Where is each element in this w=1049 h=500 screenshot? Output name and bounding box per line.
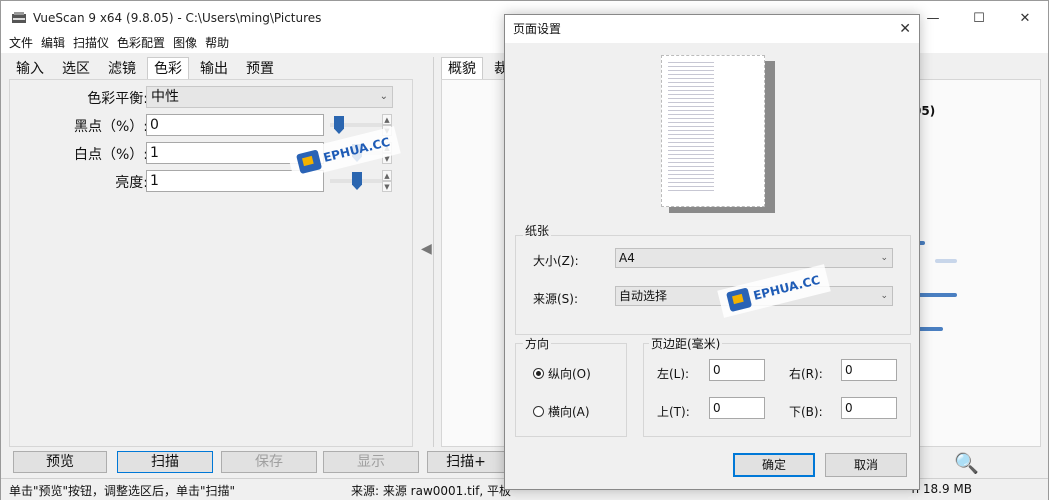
paper-size-value: A4 xyxy=(619,251,635,265)
margin-bottom-input[interactable]: 0 xyxy=(841,397,897,419)
histogram-bar xyxy=(917,327,943,331)
tab-prefs[interactable]: 预置 xyxy=(239,57,281,79)
color-settings-panel: 色彩平衡: 中性 ⌄ 黑点（%）: 0 ▲▼ 白点（%）: 1 ▲▼ 亮度: 1… xyxy=(9,79,413,447)
spin-up-icon[interactable]: ▲ xyxy=(382,170,392,181)
margin-right-label: 右(R): xyxy=(789,367,823,381)
tab-filter[interactable]: 滤镜 xyxy=(101,57,143,79)
color-balance-row: 色彩平衡: 中性 ⌄ xyxy=(10,86,410,108)
save-button[interactable]: 保存 xyxy=(221,451,317,473)
paper-source-value: 自动选择 xyxy=(619,289,668,303)
white-point-label: 白点（%）: xyxy=(73,147,148,163)
display-button[interactable]: 显示 xyxy=(323,451,419,473)
dialog-close-button[interactable]: ✕ xyxy=(899,15,911,43)
vuescan-app-icon xyxy=(12,12,26,23)
maximize-button[interactable]: ☐ xyxy=(956,1,1002,35)
margin-bottom-label: 下(B): xyxy=(789,405,823,419)
menu-help[interactable]: 帮助 xyxy=(205,35,229,53)
margin-left-label: 左(L): xyxy=(657,367,690,381)
status-source: 来源: 来源 raw0001.tif, 平板 xyxy=(351,484,512,498)
slider-thumb[interactable] xyxy=(352,172,362,190)
spin-up-icon[interactable]: ▲ xyxy=(382,114,392,125)
portrait-label: 纵向(O) xyxy=(548,367,591,381)
page-preview xyxy=(661,55,765,207)
tab-color[interactable]: 色彩 xyxy=(147,57,189,79)
landscape-label: 横向(A) xyxy=(548,405,590,419)
orientation-group-label: 方向 xyxy=(523,335,552,352)
color-balance-value: 中性 xyxy=(151,89,179,105)
black-point-input[interactable]: 0 xyxy=(146,114,324,136)
menu-file[interactable]: 文件 xyxy=(9,35,33,53)
ok-button[interactable]: 确定 xyxy=(733,453,815,477)
orientation-group-box xyxy=(515,343,627,437)
cancel-button[interactable]: 取消 xyxy=(825,453,907,477)
color-balance-label: 色彩平衡: xyxy=(87,91,148,107)
histogram-bar xyxy=(917,293,957,297)
brightness-spinner[interactable]: ▲ ▼ xyxy=(382,170,392,192)
menu-image[interactable]: 图像 xyxy=(173,35,197,53)
radio-unselected-icon xyxy=(533,406,544,417)
spin-down-icon[interactable]: ▼ xyxy=(382,181,392,192)
tab-input[interactable]: 输入 xyxy=(9,57,51,79)
paper-size-select[interactable]: A4 ⌄ xyxy=(615,248,893,268)
margins-group-label: 页边距(毫米) xyxy=(649,335,723,352)
tab-output[interactable]: 输出 xyxy=(193,57,235,79)
portrait-radio[interactable]: 纵向(O) xyxy=(533,365,591,382)
brightness-label: 亮度: xyxy=(115,175,148,191)
status-memory: n 18.9 MB xyxy=(911,482,972,496)
preview-button[interactable]: 预览 xyxy=(13,451,107,473)
tab-crop[interactable]: 选区 xyxy=(55,57,97,79)
status-hint: 单击"预览"按钮，调整选区后，单击"扫描" xyxy=(9,484,236,498)
watermark-icon xyxy=(295,149,323,175)
landscape-radio[interactable]: 横向(A) xyxy=(533,403,590,420)
dialog-title-text: 页面设置 xyxy=(513,22,562,36)
watermark-icon xyxy=(725,287,753,313)
histogram-bar xyxy=(935,259,957,263)
window-controls: — ☐ ✕ xyxy=(910,1,1048,35)
black-point-label: 黑点（%）: xyxy=(73,119,148,135)
margins-group-box xyxy=(643,343,911,437)
source-label: 来源(S): xyxy=(533,292,579,306)
zoom-icon[interactable]: 🔍 xyxy=(954,451,979,475)
page-setup-dialog: 页面设置 ✕ 纸张 大小(Z): A4 ⌄ 来源(S): 自动选择 ⌄ EPHU… xyxy=(504,14,920,490)
window-title: VueScan 9 x64 (9.8.05) - C:\Users\ming\P… xyxy=(33,11,322,25)
chevron-down-icon: ⌄ xyxy=(880,291,888,301)
chevron-down-icon: ⌄ xyxy=(379,91,388,102)
slider-thumb[interactable] xyxy=(334,116,344,134)
dialog-title: 页面设置 ✕ xyxy=(505,15,919,43)
margin-left-input[interactable]: 0 xyxy=(709,359,765,381)
scan-button[interactable]: 扫描 xyxy=(117,451,213,473)
menu-color-profile[interactable]: 色彩配置 xyxy=(117,35,165,53)
close-button[interactable]: ✕ xyxy=(1002,1,1048,35)
margin-top-label: 上(T): xyxy=(657,405,690,419)
paper-group-label: 纸张 xyxy=(523,222,552,239)
page-preview-text-lines xyxy=(668,62,714,192)
pane-divider[interactable] xyxy=(433,57,434,447)
margin-right-input[interactable]: 0 xyxy=(841,359,897,381)
brightness-row: 亮度: 1 ▲ ▼ xyxy=(10,170,410,192)
black-point-slider[interactable] xyxy=(330,116,386,134)
menu-edit[interactable]: 编辑 xyxy=(41,35,65,53)
scan-plus-button[interactable]: 扫描+ xyxy=(427,451,505,473)
menu-scanner[interactable]: 扫描仪 xyxy=(73,35,109,53)
size-label: 大小(Z): xyxy=(533,254,579,268)
chevron-down-icon: ⌄ xyxy=(880,253,888,263)
left-arrow-icon[interactable]: ◀ xyxy=(421,241,432,257)
radio-selected-icon xyxy=(533,368,544,379)
settings-tabs: 输入 选区 滤镜 色彩 输出 预置 xyxy=(9,57,285,79)
black-point-row: 黑点（%）: 0 ▲▼ xyxy=(10,114,410,136)
margin-top-input[interactable]: 0 xyxy=(709,397,765,419)
tab-overview[interactable]: 概貌 xyxy=(441,57,483,79)
brightness-slider[interactable] xyxy=(330,172,386,190)
color-balance-select[interactable]: 中性 ⌄ xyxy=(146,86,393,108)
